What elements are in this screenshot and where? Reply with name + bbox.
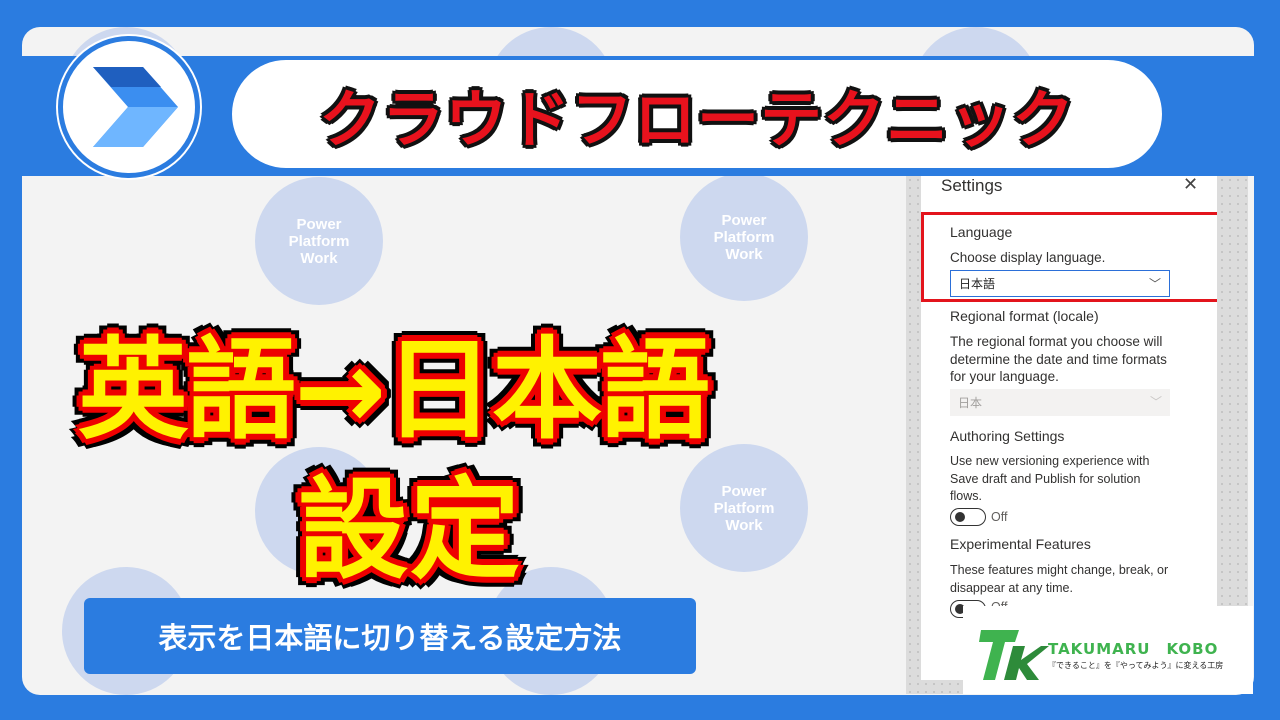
experimental-description: These features might change, break, or d… — [950, 563, 1169, 595]
chevron-down-icon: ﹀ — [1149, 395, 1162, 409]
regional-select-value: 日本 — [958, 396, 983, 410]
language-description: Choose display language. — [950, 250, 1106, 265]
takumaru-logo-icon — [979, 630, 1049, 680]
subtitle-banner: 表示を日本語に切り替える設定方法 — [84, 598, 696, 674]
bubble-power-platform-work: Power Platform Work — [680, 444, 808, 572]
page-title: クラウドフローテクニック — [317, 82, 1075, 158]
headline-line2: 設定 — [298, 466, 522, 594]
language-select-value: 日本語 — [959, 277, 996, 291]
authoring-description: Use new versioning experience with Save … — [950, 454, 1150, 503]
chevron-down-icon: ﹀ — [1148, 277, 1161, 291]
authoring-heading: Authoring Settings — [950, 428, 1065, 444]
power-automate-logo — [58, 36, 200, 178]
toggle-knob — [955, 512, 965, 522]
settings-title: Settings — [941, 176, 1003, 195]
brand-footer: TAKUMARU KOBO 『できること』を『やってみよう』に変える工房 — [963, 606, 1253, 694]
headline-line1: 英語→日本語 — [78, 326, 710, 454]
settings-panel: Settings ✕ Language Choose display langu… — [921, 176, 1217, 680]
regional-select[interactable]: 日本 ﹀ — [950, 389, 1170, 416]
brand-name: TAKUMARU KOBO — [1048, 640, 1219, 658]
experimental-heading: Experimental Features — [950, 536, 1091, 552]
regional-heading: Regional format (locale) — [950, 308, 1099, 324]
language-heading: Language — [950, 224, 1013, 240]
authoring-toggle-label: Off — [991, 510, 1008, 524]
power-automate-icon — [93, 67, 178, 147]
language-select[interactable]: 日本語 ﹀ — [950, 270, 1170, 297]
regional-description: The regional format you choose will dete… — [950, 334, 1167, 384]
authoring-toggle[interactable] — [950, 508, 986, 526]
bubble-power-platform-work: Power Platform Work — [255, 177, 383, 305]
brand-tagline: 『できること』を『やってみよう』に変える工房 — [1048, 661, 1224, 670]
bubble-power-platform-work: Power Platform Work — [680, 173, 808, 301]
close-icon[interactable]: ✕ — [1183, 176, 1198, 195]
